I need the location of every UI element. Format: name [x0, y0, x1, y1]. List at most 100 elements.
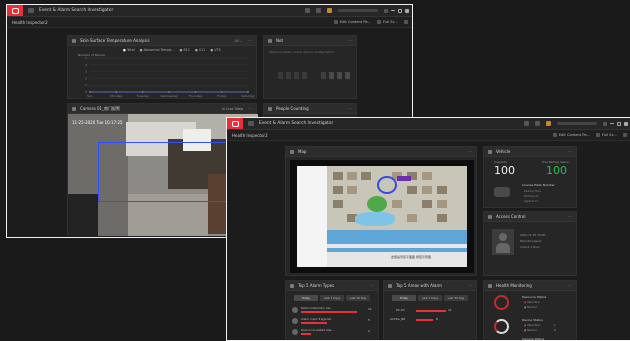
capacity-value: 100	[494, 164, 515, 177]
tab-health-inspector[interactable]: Health Inspector2	[232, 133, 268, 138]
list-item[interactable]: Alarm Input Triggered 5	[292, 317, 376, 327]
net-panel: Net ⋯ Failed to obtain online device con…	[263, 35, 357, 99]
vehicle-panel-title: Vehicle	[496, 149, 511, 154]
full-screen-button[interactable]: Full Sc...	[383, 20, 398, 24]
y-tick-label: 2	[85, 76, 87, 80]
y-tick-label: 5	[85, 56, 87, 60]
free-parking-value: 100	[546, 164, 567, 177]
resource-abnormal-label: Abnormal	[527, 301, 540, 304]
list-item[interactable]: Device Unrelated Alar... 2	[292, 328, 376, 338]
tab-today[interactable]: Today	[294, 295, 318, 301]
people-panel-title: People Counting	[276, 106, 309, 111]
resource-abnormal: ● Abnormal	[524, 301, 540, 304]
app-logo	[227, 118, 243, 129]
person-avatar	[492, 229, 514, 255]
y-tick-label: 4	[85, 63, 87, 67]
health-icon	[488, 283, 492, 288]
minimize-icon[interactable]	[610, 123, 614, 124]
edit-content-button[interactable]: Edit Content Pa...	[340, 20, 371, 24]
maximize-icon[interactable]	[398, 8, 402, 13]
health-monitoring-panel: Health Monitoring ⋯ Resource Status ● Ab…	[483, 280, 577, 340]
home-icon[interactable]	[28, 8, 34, 13]
people-icon	[268, 106, 272, 111]
edit-icon[interactable]	[552, 133, 557, 137]
panel-menu-icon[interactable]: ⋯	[248, 106, 252, 111]
tab-last-7-days[interactable]: Last 7 Days	[320, 295, 344, 301]
x-tick-label: Friday	[217, 94, 226, 98]
panel-menu-icon[interactable]: ⋯	[348, 38, 352, 43]
area-bar	[416, 309, 446, 312]
tab-bar: Health Inspector2 Edit Content Pa... Ful…	[227, 130, 630, 141]
search-icon[interactable]	[305, 8, 310, 13]
camera-timestamp: 11-25-2020 Tue 10:17:25	[72, 120, 123, 125]
tab-health-inspector[interactable]: Health Inspector2	[12, 20, 48, 25]
tab-last-30-days[interactable]: Last 30 Day	[346, 295, 370, 301]
map-icon	[290, 149, 294, 154]
access-event: Remote Logout	[520, 239, 542, 243]
list-item[interactable]: ALTitle_BR 6	[390, 317, 474, 325]
map-panel-title: Map	[298, 149, 307, 154]
temperature-chart: 012345Sun Monday Tuesday Wednesday Thursday F…	[85, 56, 255, 98]
edit-content-button[interactable]: Edit Content Pa...	[559, 133, 590, 137]
status-info	[557, 122, 597, 125]
map-image[interactable]: 这里是景区平面图 按钮示意图	[297, 166, 467, 267]
panel-menu-icon[interactable]: ⋯	[568, 283, 572, 288]
home-icon[interactable]	[248, 121, 254, 126]
maximize-icon[interactable]	[617, 121, 621, 126]
device-abnormal-count: 1	[554, 324, 556, 327]
list-item[interactable]: PS-03 11	[390, 308, 474, 316]
x-tick-label: Thursday	[187, 94, 202, 98]
panel-menu-icon[interactable]: ⋯	[568, 149, 572, 154]
minimize-icon[interactable]	[391, 10, 395, 11]
app-title: Event & Alarm Search Investigator	[39, 8, 114, 13]
panel-menu-icon[interactable]: ⋯	[468, 283, 472, 288]
map-frame: 这里是景区平面图 按钮示意图	[290, 160, 474, 273]
camera-panel-title: Camera 01_南门报警	[80, 105, 121, 111]
user-icon[interactable]	[327, 8, 332, 13]
live-view-label[interactable]: In Live View	[222, 107, 243, 111]
more-icon[interactable]	[404, 20, 408, 24]
access-icon	[488, 214, 492, 219]
panel-menu-icon[interactable]: ⋯	[568, 214, 572, 219]
menu-icon[interactable]	[384, 8, 388, 13]
areas-title: Top 5 Areas with Alarm	[396, 283, 442, 288]
net-icon	[268, 38, 272, 43]
top-areas-panel: Top 5 Areas with Alarm ⋯ Today Last 7 Da…	[383, 280, 477, 340]
app-title: Event & Alarm Search Investigator	[259, 121, 334, 126]
fullscreen-icon[interactable]	[596, 133, 601, 137]
y-tick-label: 1	[85, 83, 87, 87]
more-icon[interactable]	[623, 133, 627, 137]
tab-last-30-days[interactable]: Last 30 Day	[444, 295, 468, 301]
edit-icon[interactable]	[333, 20, 338, 24]
user-icon[interactable]	[546, 121, 551, 126]
device-normal-label: Normal	[527, 329, 537, 332]
map-marker-area[interactable]	[377, 176, 397, 194]
panel-menu-icon[interactable]: ⋯	[468, 149, 472, 154]
alarm-type-count: 11	[368, 307, 372, 311]
full-screen-button[interactable]: Full Sc...	[602, 133, 617, 137]
x-tick-label: Wednesday	[160, 94, 178, 98]
menu-icon[interactable]	[603, 121, 607, 126]
resource-status-label: Resource Status	[522, 295, 547, 299]
tab-today[interactable]: Today	[392, 295, 416, 301]
alarm-type-bar	[301, 322, 327, 324]
panel-menu-icon[interactable]: ⋯	[348, 106, 352, 111]
area-count: 6	[436, 317, 438, 321]
x-tick-label: Saturday	[241, 94, 255, 98]
device-status-ring[interactable]	[494, 319, 509, 334]
resource-status-ring[interactable]	[494, 295, 509, 310]
alarm-icon[interactable]	[535, 121, 540, 126]
x-tick-label: Sun	[87, 94, 93, 98]
resource-normal-label: Normal	[527, 306, 537, 309]
tab-last-7-days[interactable]: Last 7 Days	[418, 295, 442, 301]
search-icon[interactable]	[524, 121, 529, 126]
list-item[interactable]: Motion Detection Ala... 11	[292, 306, 376, 316]
access-panel-title: Access Control	[496, 214, 526, 219]
net-status: Failed to obtain online device configura…	[269, 50, 334, 54]
alarm-icon[interactable]	[316, 8, 321, 13]
fullscreen-icon[interactable]	[377, 20, 382, 24]
panel-menu-icon[interactable]: ⋯	[370, 283, 374, 288]
car-image	[494, 187, 510, 197]
close-icon[interactable]	[624, 121, 628, 126]
close-icon[interactable]	[405, 8, 409, 13]
